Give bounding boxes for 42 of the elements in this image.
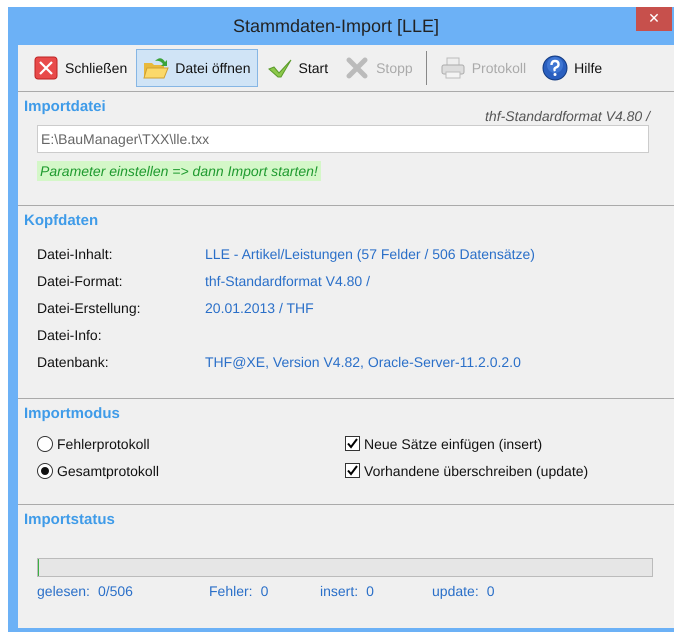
field-label: Datenbank: (37, 353, 110, 371)
counter-label: gelesen: (37, 583, 90, 599)
toolbar-button[interactable]: Hilfe (535, 49, 610, 87)
printer-icon (440, 55, 466, 81)
radio-label: Gesamtprotokoll (57, 462, 159, 478)
radio-label: Fehlerprotokoll (57, 436, 150, 452)
hint-text: Parameter einstellen => dann Import starten! (37, 161, 321, 181)
file-path-field[interactable]: E:\BauManager\TXX\lle.txx (37, 125, 649, 153)
field-value: thf-Standardformat V4.80 / (205, 272, 371, 290)
counter-label: insert: (320, 583, 358, 599)
cross-icon (344, 55, 370, 81)
section-heading: Importstatus (24, 511, 116, 528)
field-label: Datei-Info: (37, 326, 103, 344)
radio-button[interactable] (37, 462, 53, 478)
field-value: LLE - Artikel/Leistungen (57 Felder / 506 Datensätze) (205, 245, 536, 263)
window-title: Stammdaten-Import [LLE] (232, 16, 440, 36)
help-icon (542, 55, 568, 81)
section-heading: Importmodus (24, 405, 121, 422)
field-label: Datei-Inhalt: (37, 245, 114, 263)
checkbox-label: Neue Sätze einfügen (insert) (364, 436, 542, 452)
counter-value: 0 (260, 583, 268, 599)
toolbar-button[interactable]: Schließen (26, 49, 134, 87)
close-button[interactable]: ✕ (636, 7, 672, 31)
close-box-icon (33, 55, 59, 81)
toolbar-button[interactable]: Datei öffnen (136, 49, 258, 87)
format-label: thf-Standardformat V4.80 / (485, 108, 650, 124)
field-label: Datei-Erstellung: (37, 299, 142, 317)
counter-label: update: (432, 583, 479, 599)
counter-label: Fehler: (209, 583, 253, 599)
section-heading: Importdatei (24, 98, 107, 115)
field-label: Datei-Format: (37, 272, 124, 290)
counter-value: 0/506 (98, 583, 133, 599)
toolbar-button[interactable]: Start (260, 49, 336, 87)
radio-button[interactable] (37, 436, 53, 452)
checkbox[interactable] (345, 463, 360, 478)
counter-value: 0 (366, 583, 374, 599)
checkbox-label: Vorhandene überschreiben (update) (364, 462, 588, 478)
field-value: THF@XE, Version V4.82, Oracle-Server-11.2.0.2.0 (205, 353, 522, 371)
field-value: 20.01.2013 / THF (205, 299, 315, 317)
section-heading: Kopfdaten (24, 212, 100, 229)
checkbox[interactable] (345, 436, 360, 451)
counter-value: 0 (486, 583, 495, 599)
